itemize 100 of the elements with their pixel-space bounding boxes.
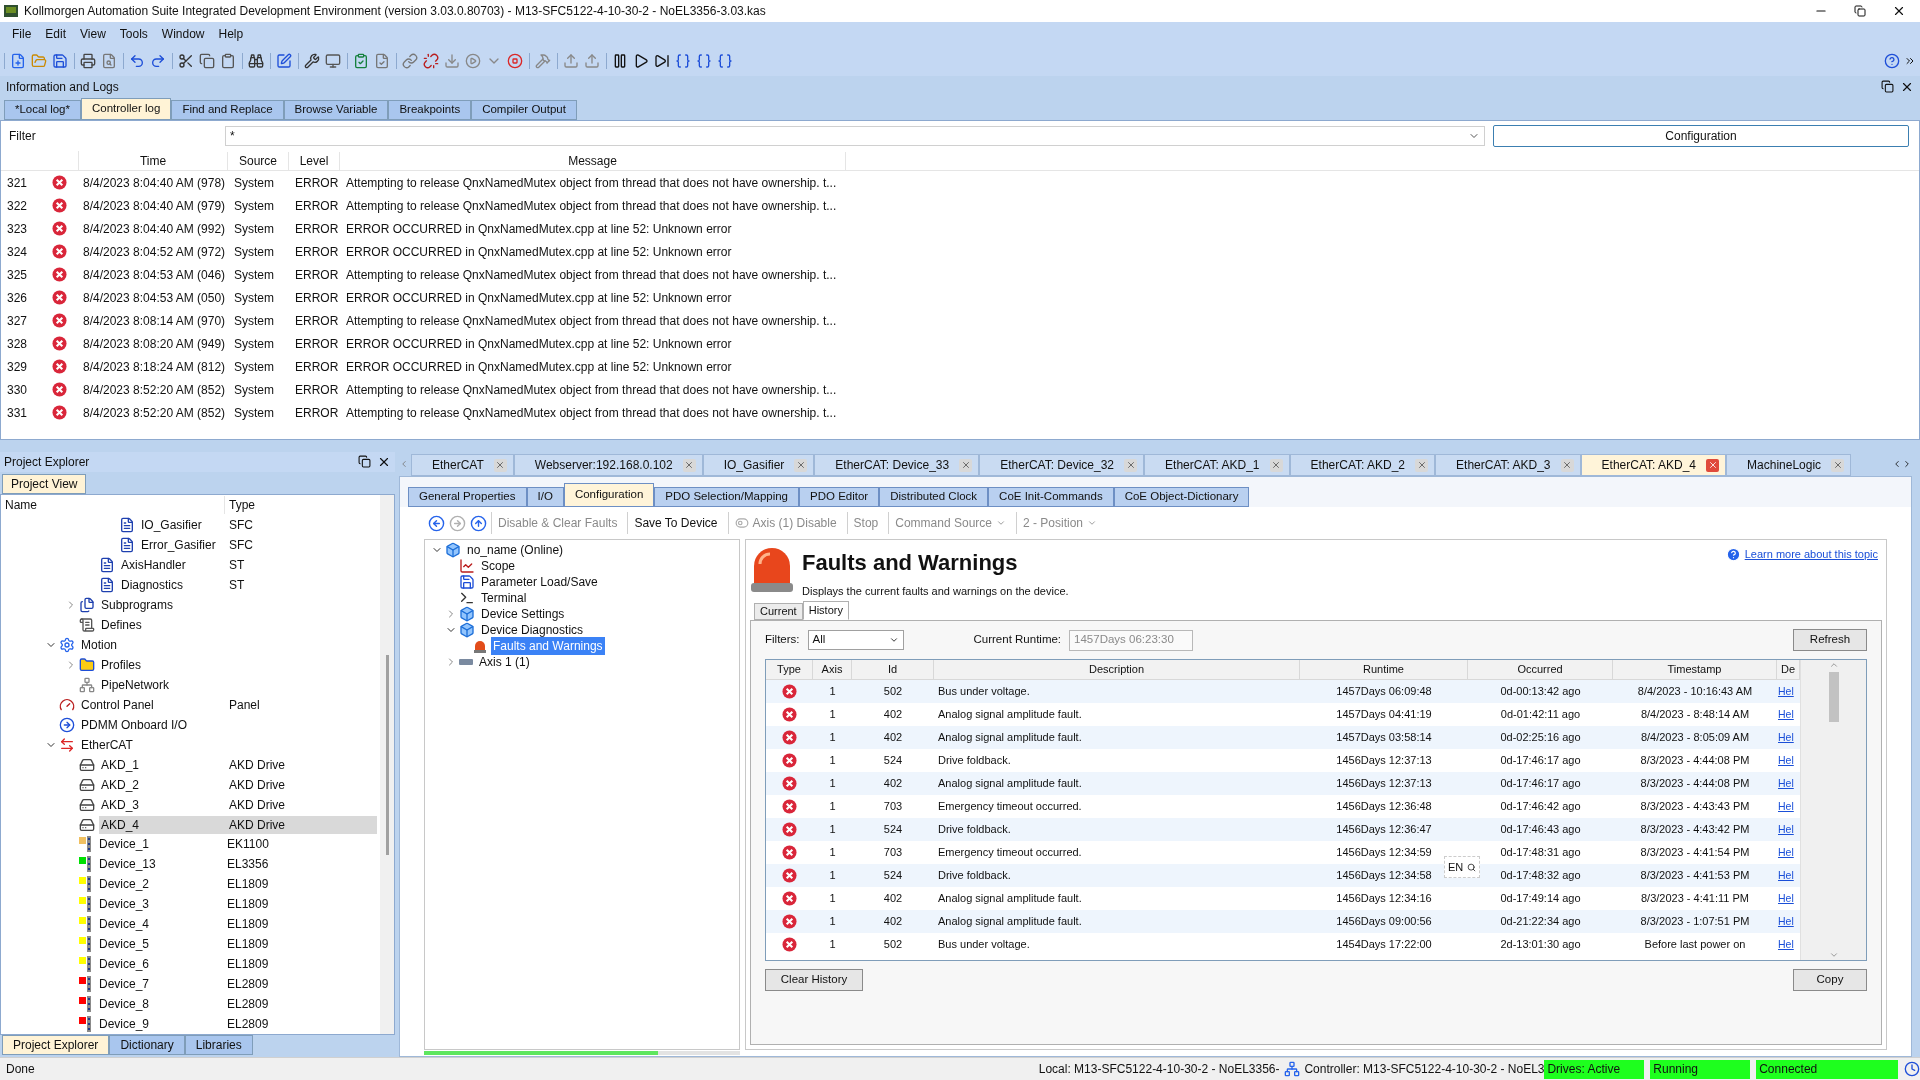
device-tab[interactable]: CoE Object-Dictionary xyxy=(1113,487,1250,507)
faults-tab[interactable]: History xyxy=(802,601,849,620)
tree-item[interactable]: Device_4 xyxy=(97,915,225,934)
print-preview-icon[interactable] xyxy=(101,53,117,69)
help-link[interactable]: Hel xyxy=(1777,729,1800,746)
tree-item[interactable]: AKD_3 xyxy=(99,795,227,814)
paste-icon[interactable] xyxy=(220,53,236,69)
upload-icon[interactable] xyxy=(584,53,600,69)
help-link[interactable]: Hel xyxy=(1777,936,1800,953)
tree-item[interactable]: Subprograms xyxy=(99,595,227,614)
close-tab-icon[interactable] xyxy=(1560,458,1574,472)
log-tab[interactable]: Breakpoints xyxy=(388,100,472,120)
tree-item[interactable]: IO_Gasifier xyxy=(139,516,227,534)
scroll-up-icon[interactable] xyxy=(1828,660,1839,670)
close-tab-icon[interactable] xyxy=(1706,458,1720,472)
tree-item[interactable]: Faults and Warnings xyxy=(491,637,605,655)
device-tab[interactable]: PDO Selection/Mapping xyxy=(654,487,799,507)
tree-item[interactable]: Device Settings xyxy=(479,605,567,623)
log-tab[interactable]: Find and Replace xyxy=(171,100,284,120)
build-icon[interactable] xyxy=(535,53,551,69)
document-tab[interactable]: EtherCAT: AKD_2 xyxy=(1289,454,1436,476)
document-tab[interactable]: EtherCAT: AKD_4 xyxy=(1580,454,1727,476)
tree-item[interactable]: Terminal xyxy=(479,589,529,607)
faults-tab[interactable]: Current xyxy=(754,603,803,620)
close-tab-icon[interactable] xyxy=(493,458,507,472)
tree-item[interactable]: PDMM Onboard I/O xyxy=(79,715,227,734)
upload-icon[interactable] xyxy=(563,53,579,69)
log-tab[interactable]: Controller log xyxy=(81,98,172,120)
tree-item[interactable]: Defines xyxy=(99,615,227,634)
configuration-button[interactable]: Configuration xyxy=(1493,125,1909,147)
check-clipboard-icon[interactable] xyxy=(353,53,369,69)
close-tab-icon[interactable] xyxy=(1269,458,1283,472)
help-link[interactable]: Hel xyxy=(1777,913,1800,930)
restore-icon[interactable] xyxy=(1854,5,1866,17)
cut-icon[interactable] xyxy=(178,53,194,69)
close-tab-icon[interactable] xyxy=(1831,458,1845,472)
tree-item[interactable]: EtherCAT xyxy=(79,735,227,754)
log-tab[interactable]: Compiler Output xyxy=(471,100,577,120)
restore-icon[interactable] xyxy=(1881,80,1894,93)
tree-item[interactable]: Device_3 xyxy=(97,895,225,914)
overflow-icon[interactable] xyxy=(1904,55,1916,67)
filter-dropdown[interactable]: All xyxy=(807,630,904,650)
download-icon[interactable] xyxy=(444,53,460,69)
open-folder-icon[interactable] xyxy=(31,53,47,69)
close-tab-icon[interactable] xyxy=(1124,458,1138,472)
new-file-icon[interactable] xyxy=(10,53,26,69)
document-tab[interactable]: EtherCAT: AKD_3 xyxy=(1435,454,1581,476)
tree-item[interactable]: Control Panel xyxy=(79,695,227,714)
back-icon[interactable] xyxy=(428,514,445,532)
print-icon[interactable] xyxy=(80,53,96,69)
skip-icon[interactable] xyxy=(654,53,670,69)
copy-button[interactable]: Copy xyxy=(1793,969,1867,991)
step-out-icon[interactable] xyxy=(717,53,733,69)
tree-item[interactable]: Scope xyxy=(479,557,518,575)
help-link[interactable]: Hel xyxy=(1777,890,1800,907)
restore-icon[interactable] xyxy=(358,455,371,468)
stop-icon[interactable] xyxy=(507,53,523,69)
step-into-icon[interactable] xyxy=(675,53,691,69)
clear-history-button[interactable]: Clear History xyxy=(765,969,863,991)
connect-icon[interactable] xyxy=(402,53,418,69)
document-tab[interactable]: EtherCAT: Device_32 xyxy=(979,454,1145,476)
device-tab[interactable]: I/O xyxy=(526,487,564,507)
close-tab-icon[interactable] xyxy=(794,458,808,472)
tree-item[interactable]: Device_6 xyxy=(97,955,225,974)
help-link[interactable]: Learn more about this topic xyxy=(1744,546,1878,563)
help-link[interactable]: Hel xyxy=(1777,821,1800,838)
tree-item[interactable]: Device_7 xyxy=(97,975,225,994)
help-link[interactable]: Hel xyxy=(1777,775,1800,792)
help-link[interactable]: Hel xyxy=(1777,798,1800,815)
device-tab[interactable]: Configuration xyxy=(563,483,655,507)
log-tab[interactable]: Browse Variable xyxy=(283,100,389,120)
tree-item[interactable]: Device_5 xyxy=(97,935,225,954)
help-icon[interactable] xyxy=(1884,53,1900,69)
document-tab[interactable]: Webserver:192.168.0.102 xyxy=(513,454,703,476)
check-file-icon[interactable] xyxy=(374,53,390,69)
close-tab-icon[interactable] xyxy=(1415,458,1429,472)
tree-item[interactable]: Diagnostics xyxy=(119,575,227,594)
toolbar-button[interactable]: Save To Device xyxy=(627,512,724,534)
filter-field[interactable]: * xyxy=(225,126,1485,146)
tree-item[interactable]: no_name (Online) xyxy=(465,541,566,559)
tree-item[interactable]: Profiles xyxy=(99,655,227,674)
document-tab[interactable]: EtherCAT: AKD_1 xyxy=(1144,454,1290,476)
help-link[interactable]: Hel xyxy=(1777,683,1800,700)
tree-item[interactable]: Device Diagnostics xyxy=(479,621,586,639)
device-tab[interactable]: PDO Editor xyxy=(799,487,880,507)
tree-item[interactable]: Error_Gasifier xyxy=(139,535,227,554)
tree-item[interactable]: AKD_1 xyxy=(99,755,227,774)
tree-item[interactable]: Axis 1 (1) xyxy=(477,653,532,671)
monitor-icon[interactable] xyxy=(325,53,341,69)
panel-tab[interactable]: Libraries xyxy=(184,1035,253,1055)
help-link[interactable]: Hel xyxy=(1777,706,1800,723)
tree-item[interactable]: AxisHandler xyxy=(119,555,227,574)
tree-item[interactable]: Device_9 xyxy=(97,1015,225,1034)
device-tab[interactable]: General Properties xyxy=(408,487,527,507)
help-link[interactable]: Hel xyxy=(1777,844,1800,861)
scrollbar-thumb[interactable] xyxy=(1828,672,1839,722)
copy-icon[interactable] xyxy=(199,53,215,69)
step-over-icon[interactable] xyxy=(696,53,712,69)
close-icon[interactable] xyxy=(1892,4,1906,18)
close-tab-icon[interactable] xyxy=(682,458,696,472)
